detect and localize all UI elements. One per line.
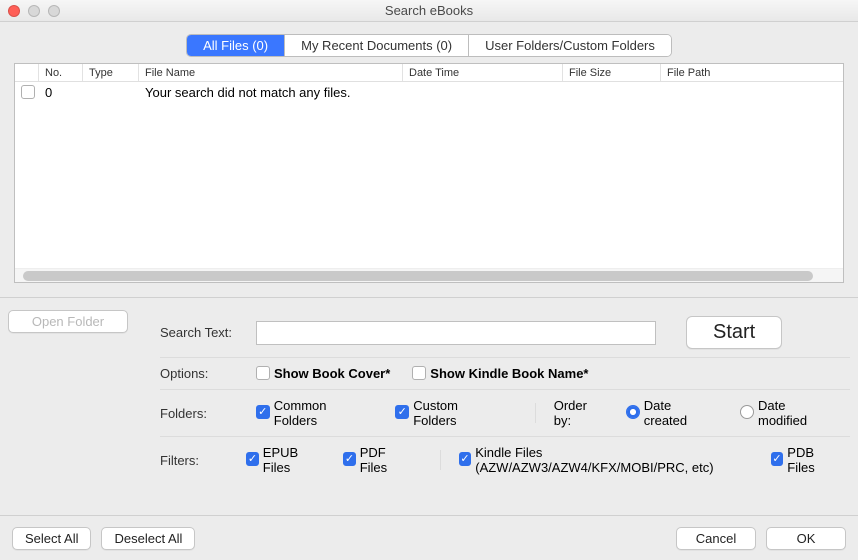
order-date-modified[interactable]: Date modified: [740, 398, 838, 428]
filters-label: Filters:: [160, 453, 236, 468]
search-row: Search Text: Start: [160, 308, 850, 358]
col-type[interactable]: Type: [83, 64, 139, 81]
filter-pdf[interactable]: PDF Files: [343, 445, 410, 475]
results-table: No. Type File Name Date Time File Size F…: [14, 63, 844, 283]
folders-label: Folders:: [160, 406, 246, 421]
checkbox-checked-icon: [246, 452, 259, 466]
row-no: 0: [39, 85, 83, 100]
radio-on-icon: [626, 405, 640, 419]
row-file-name: Your search did not match any files.: [139, 85, 843, 100]
checkbox-checked-icon: [459, 452, 472, 466]
col-checkbox[interactable]: [15, 64, 39, 81]
col-file-name[interactable]: File Name: [139, 64, 403, 81]
checkbox-checked-icon: [395, 405, 409, 419]
select-all-button[interactable]: Select All: [12, 527, 91, 550]
checkbox-icon: [412, 366, 426, 380]
show-book-cover-option[interactable]: Show Book Cover*: [256, 366, 390, 381]
scroll-thumb[interactable]: [23, 271, 813, 281]
order-date-created[interactable]: Date created: [626, 398, 718, 428]
show-kindle-name-option[interactable]: Show Kindle Book Name*: [412, 366, 588, 381]
start-button[interactable]: Start: [686, 316, 782, 349]
table-row[interactable]: 0 Your search did not match any files.: [15, 82, 843, 102]
tab-user-folders[interactable]: User Folders/Custom Folders: [469, 35, 671, 56]
order-by-label: Order by:: [554, 398, 608, 428]
col-no[interactable]: No.: [39, 64, 83, 81]
col-file-path[interactable]: File Path: [661, 64, 843, 81]
checkbox-checked-icon: [771, 452, 784, 466]
common-folders-option[interactable]: Common Folders: [256, 398, 373, 428]
cancel-button[interactable]: Cancel: [676, 527, 756, 550]
search-input[interactable]: [256, 321, 656, 345]
checkbox-checked-icon: [343, 452, 356, 466]
col-date-time[interactable]: Date Time: [403, 64, 563, 81]
table-header: No. Type File Name Date Time File Size F…: [15, 64, 843, 82]
divider: [535, 403, 536, 423]
open-folder-button[interactable]: Open Folder: [8, 310, 128, 333]
window-title: Search eBooks: [0, 3, 858, 18]
tab-all-files[interactable]: All Files (0): [187, 35, 285, 56]
filters-row: Filters: EPUB Files PDF Files Kindle Fil…: [160, 437, 850, 483]
tab-bar: All Files (0) My Recent Documents (0) Us…: [14, 34, 844, 57]
tab-recent-documents[interactable]: My Recent Documents (0): [285, 35, 469, 56]
deselect-all-button[interactable]: Deselect All: [101, 527, 195, 550]
filter-kindle[interactable]: Kindle Files (AZW/AZW3/AZW4/KFX/MOBI/PRC…: [459, 445, 749, 475]
options-row: Options: Show Book Cover* Show Kindle Bo…: [160, 358, 850, 390]
checkbox-checked-icon: [256, 405, 270, 419]
folders-row: Folders: Common Folders Custom Folders O…: [160, 390, 850, 437]
search-label: Search Text:: [160, 325, 246, 340]
radio-off-icon: [740, 405, 754, 419]
options-label: Options:: [160, 366, 246, 381]
filter-pdb[interactable]: PDB Files: [771, 445, 838, 475]
horizontal-scrollbar[interactable]: [15, 268, 843, 282]
filter-epub[interactable]: EPUB Files: [246, 445, 321, 475]
custom-folders-option[interactable]: Custom Folders: [395, 398, 505, 428]
footer: Select All Deselect All Cancel OK: [0, 516, 858, 560]
row-checkbox[interactable]: [21, 85, 35, 99]
titlebar: Search eBooks: [0, 0, 858, 22]
checkbox-icon: [256, 366, 270, 380]
col-file-size[interactable]: File Size: [563, 64, 661, 81]
ok-button[interactable]: OK: [766, 527, 846, 550]
divider: [440, 450, 441, 470]
